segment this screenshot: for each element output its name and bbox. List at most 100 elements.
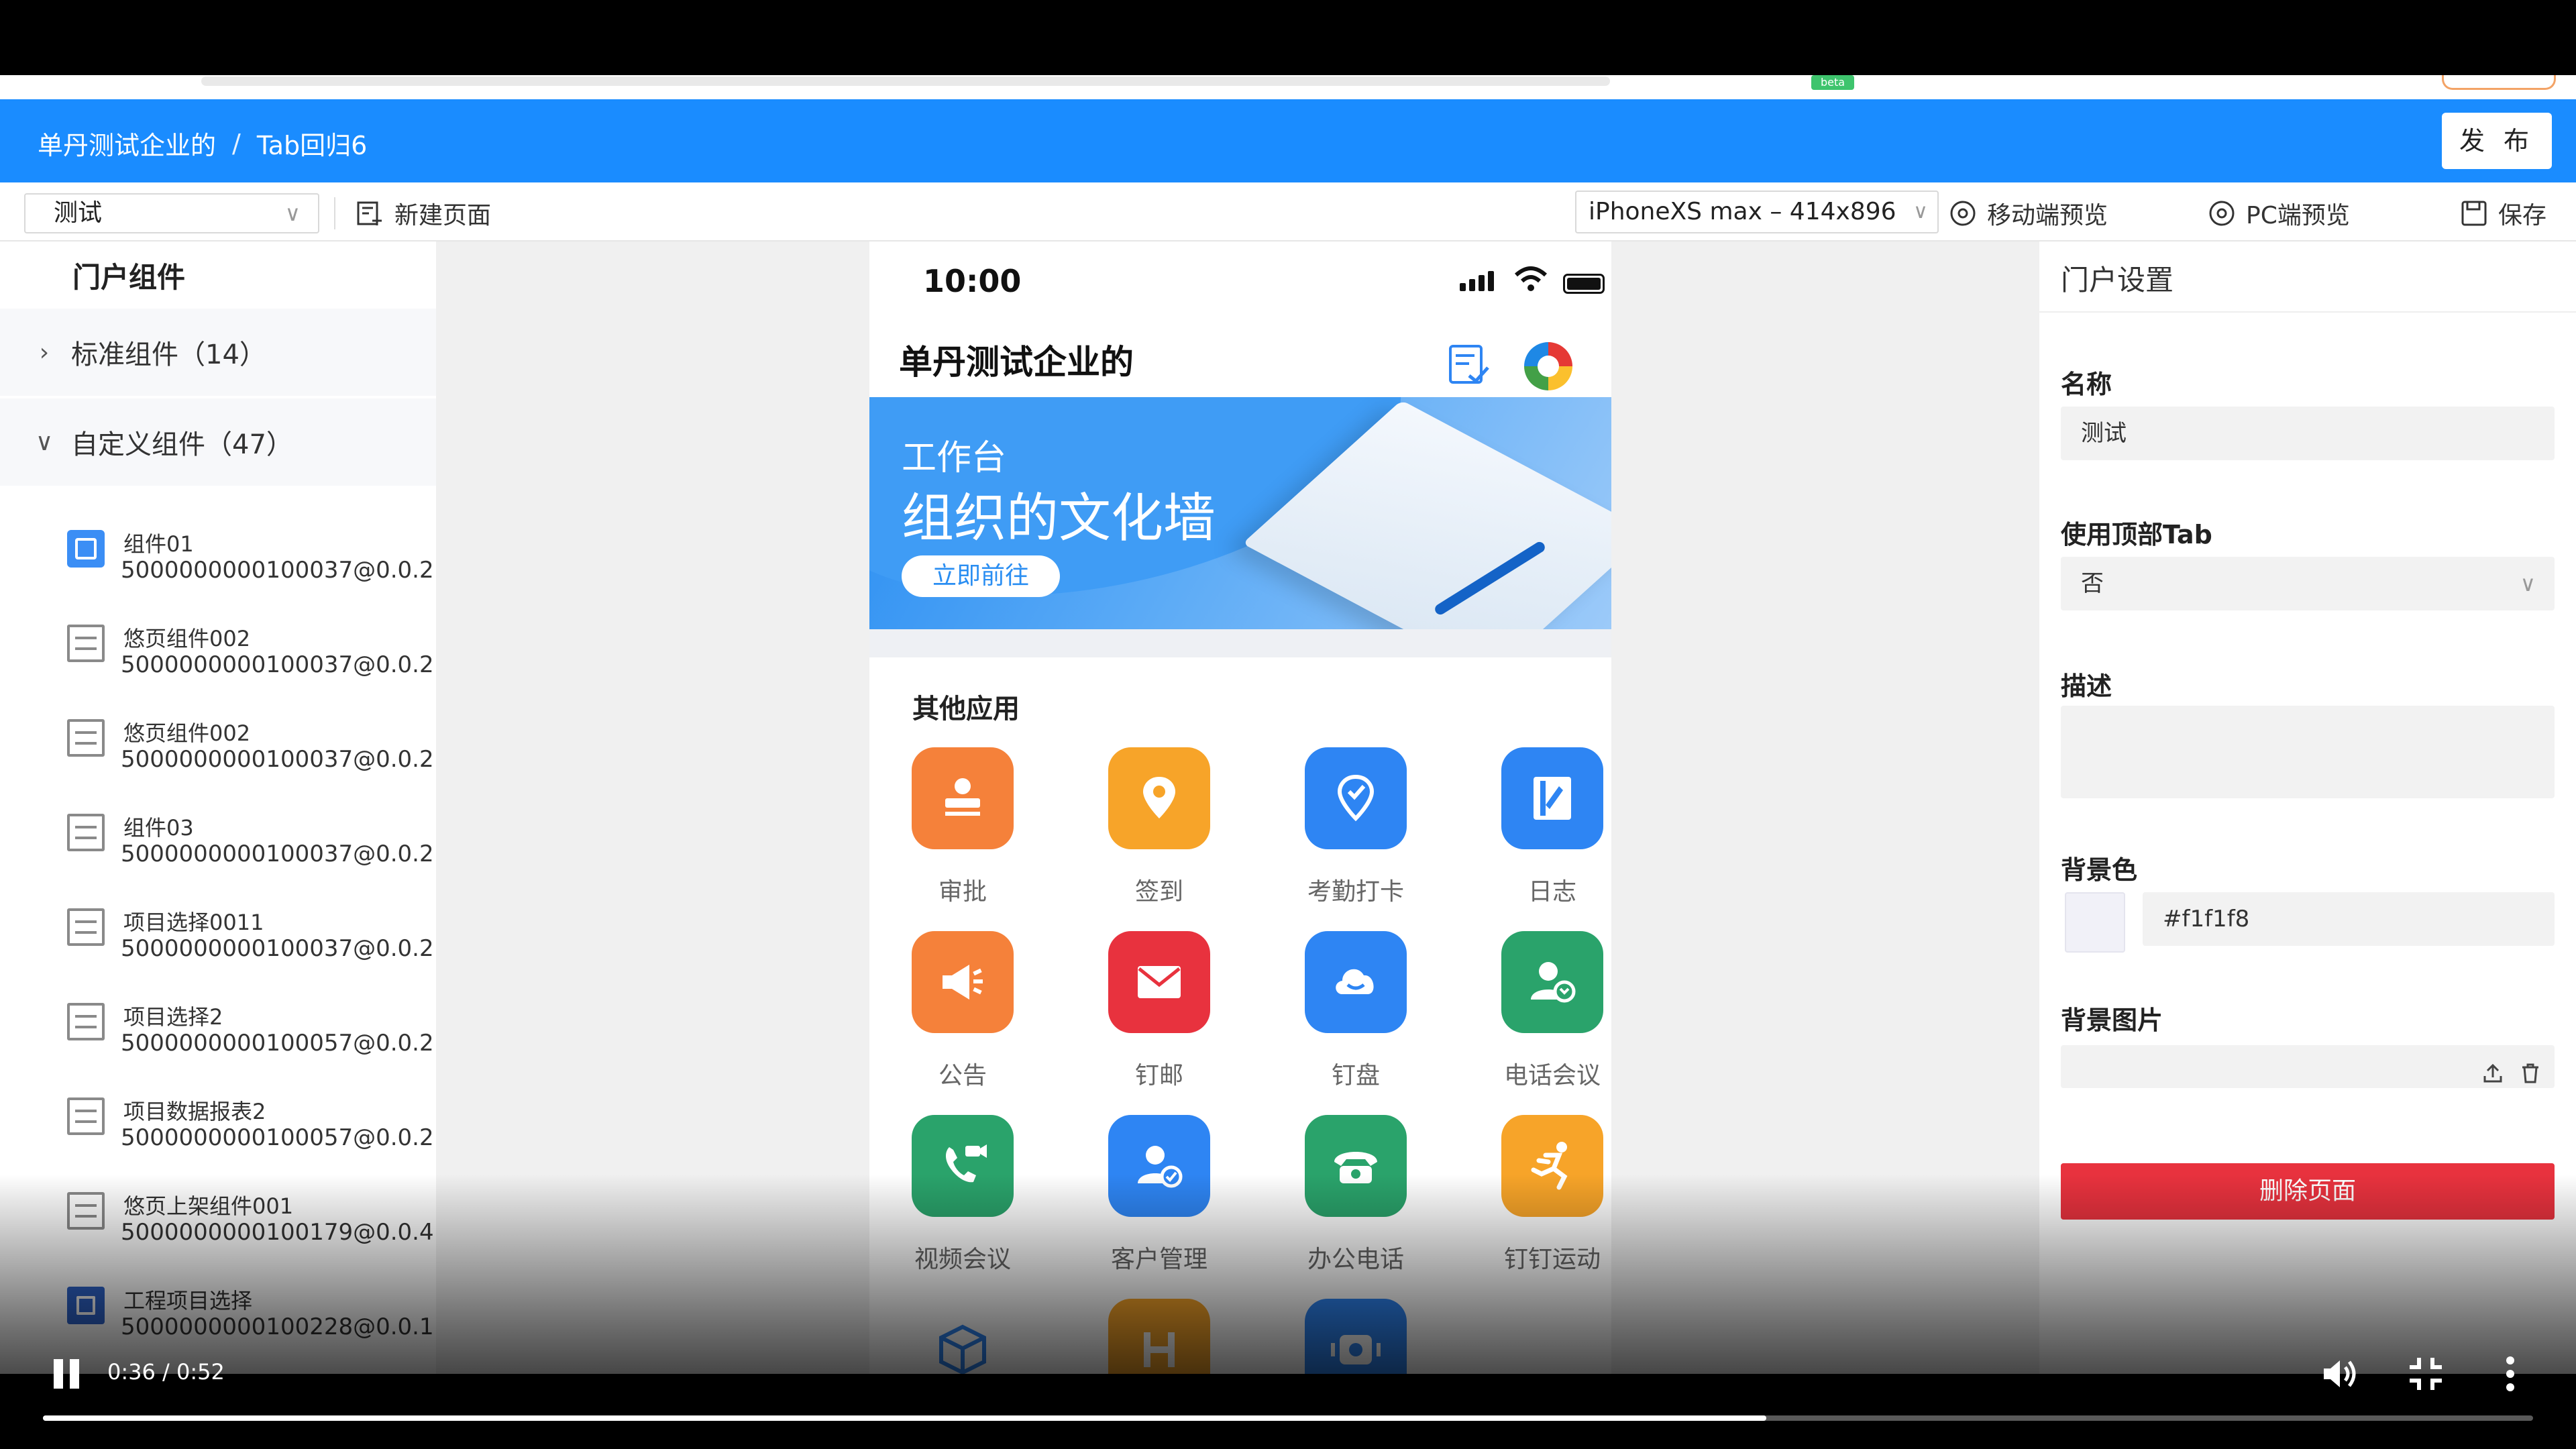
component-id: 5000000000100037@0.0.2 [121, 935, 434, 962]
toolbar-divider [334, 197, 335, 229]
new-page-icon [357, 201, 382, 225]
name-label: 名称 [2061, 370, 2112, 399]
top-tab-select[interactable]: 否 ∨ [2061, 557, 2555, 610]
app-label: 钉邮 [1134, 1062, 1183, 1089]
component-item[interactable]: 悠页组件002 5000000000100037@0.0.2 [67, 699, 434, 793]
component-name: 项目数据报表2 [123, 1099, 266, 1124]
save-button[interactable]: 保存 [2459, 193, 2546, 233]
app-item[interactable]: 电话会议 [1472, 931, 1611, 1099]
breadcrumb-page: Tab回归6 [256, 131, 368, 160]
component-item[interactable]: 项目选择2 5000000000100057@0.0.2 [67, 983, 434, 1077]
app-item[interactable]: 考勤打卡 [1275, 747, 1423, 915]
publish-button[interactable]: 发 布 [2442, 113, 2552, 169]
component-name: 悠页组件002 [123, 720, 251, 746]
settings-panel-title: 门户设置 [2061, 264, 2174, 297]
bg-image-label: 背景图片 [2061, 1006, 2163, 1035]
component-item[interactable]: 悠页组件002 5000000000100037@0.0.2 [67, 604, 434, 698]
device-select-value: iPhoneXS max – 414x896 [1589, 198, 1896, 225]
app-label: 日志 [1527, 878, 1576, 906]
more-options-icon[interactable] [2489, 1352, 2532, 1395]
app-item[interactable]: 签到 [1079, 747, 1226, 915]
exit-fullscreen-icon[interactable] [2404, 1352, 2447, 1395]
cloud-drive-icon [1305, 931, 1407, 1033]
group-standard-components[interactable]: › 标准组件（14） [0, 309, 436, 396]
chevron-down-icon: ∨ [284, 201, 301, 226]
mobile-preview-label: 移动端预览 [1987, 202, 2108, 229]
layout-icon [67, 814, 105, 851]
video-controls-gradient [0, 1174, 2576, 1449]
checkin-icon [1108, 747, 1210, 849]
app-item[interactable]: 公告 [882, 931, 1030, 1099]
pc-preview-button[interactable]: PC端预览 [2207, 193, 2350, 233]
banner[interactable]: 工作台 组织的文化墙 立即前往 [869, 397, 1611, 629]
todo-icon[interactable] [1446, 342, 1491, 386]
component-name: 组件03 [123, 815, 194, 841]
breadcrumb-org[interactable]: 单丹测试企业的 [38, 125, 216, 162]
mail-icon [1108, 931, 1210, 1033]
upload-icon[interactable] [2481, 1061, 2505, 1085]
component-panel-title: 门户组件 [72, 261, 186, 294]
component-item[interactable]: 组件01 5000000000100037@0.0.2 [67, 510, 434, 604]
bg-color-input[interactable]: #f1f1f8 [2143, 892, 2555, 946]
component-item[interactable]: 项目选择0011 5000000000100037@0.0.2 [67, 888, 434, 982]
mobile-preview-button[interactable]: 移动端预览 [1948, 193, 2108, 233]
eye-icon [1950, 201, 1976, 226]
video-progress-bar[interactable] [43, 1415, 2533, 1421]
app-item[interactable]: 钉邮 [1079, 931, 1226, 1099]
new-page-button[interactable]: 新建页面 [356, 193, 491, 233]
page-select[interactable]: 测试 ∨ [24, 193, 319, 233]
video-progress-fill [43, 1415, 1766, 1421]
component-item[interactable]: 组件03 5000000000100037@0.0.2 [67, 794, 434, 888]
top-tab-select-value: 否 [2081, 570, 2104, 597]
app-item[interactable]: 钉盘 [1275, 931, 1423, 1099]
device-select[interactable]: iPhoneXS max – 414x896 ∨ [1575, 191, 1939, 233]
phone-status-bar: 10:00 [869, 241, 1611, 322]
group-label: 标准组件（14） [71, 339, 266, 370]
component-id: 5000000000100037@0.0.2 [121, 651, 434, 678]
breadcrumb-separator: / [232, 128, 241, 158]
banner-go-button[interactable]: 立即前往 [902, 555, 1060, 597]
new-page-label: 新建页面 [394, 202, 492, 229]
app-item[interactable]: 审批 [882, 747, 1030, 915]
eye-icon [2209, 201, 2235, 226]
status-time: 10:00 [923, 263, 1022, 299]
name-input-value: 测试 [2081, 420, 2127, 447]
wifi-icon [1514, 266, 1548, 291]
approval-icon [912, 747, 1014, 849]
phone-page-title: 单丹测试企业的 [899, 343, 1134, 382]
browser-action-pill[interactable] [2442, 75, 2556, 90]
name-input[interactable]: 测试 [2061, 407, 2555, 460]
chevron-down-icon: ∨ [1913, 200, 1928, 223]
org-logo-icon[interactable] [1524, 342, 1572, 390]
app-label: 签到 [1134, 878, 1183, 906]
bg-color-label: 背景色 [2061, 855, 2138, 885]
app-label: 审批 [938, 878, 987, 906]
chevron-right-icon: › [39, 338, 50, 366]
editor-toolbar: 测试 ∨ 新建页面 iPhoneXS max – 414x896 ∨ 移动端预览… [0, 182, 2576, 241]
pc-preview-label: PC端预览 [2246, 202, 2350, 229]
description-textarea[interactable] [2061, 706, 2555, 798]
layout-icon [67, 625, 105, 662]
address-bar[interactable] [201, 76, 1610, 86]
description-label: 描述 [2061, 672, 2112, 701]
component-id: 5000000000100037@0.0.2 [121, 557, 434, 584]
phone-meeting-icon [1501, 931, 1603, 1033]
trash-icon[interactable] [2518, 1061, 2542, 1085]
app-label: 电话会议 [1503, 1062, 1601, 1089]
section-divider [869, 629, 1611, 657]
component-item[interactable]: 项目数据报表2 5000000000100057@0.0.2 [67, 1077, 434, 1171]
component-id: 5000000000100057@0.0.2 [121, 1030, 434, 1057]
group-custom-components[interactable]: ∨ 自定义组件（47） [0, 398, 436, 486]
app-label: 考勤打卡 [1307, 878, 1404, 906]
attendance-icon [1305, 747, 1407, 849]
beta-badge: beta [1811, 75, 1854, 90]
component-name: 组件01 [123, 531, 194, 557]
announcement-icon [912, 931, 1014, 1033]
chevron-down-icon: ∨ [35, 428, 54, 456]
component-name: 悠页组件002 [123, 626, 251, 651]
top-tab-label: 使用顶部Tab [2061, 520, 2212, 549]
bg-color-swatch[interactable] [2065, 892, 2125, 953]
volume-icon[interactable] [2318, 1352, 2361, 1395]
pause-icon[interactable] [50, 1355, 83, 1393]
app-item[interactable]: 日志 [1472, 747, 1611, 915]
